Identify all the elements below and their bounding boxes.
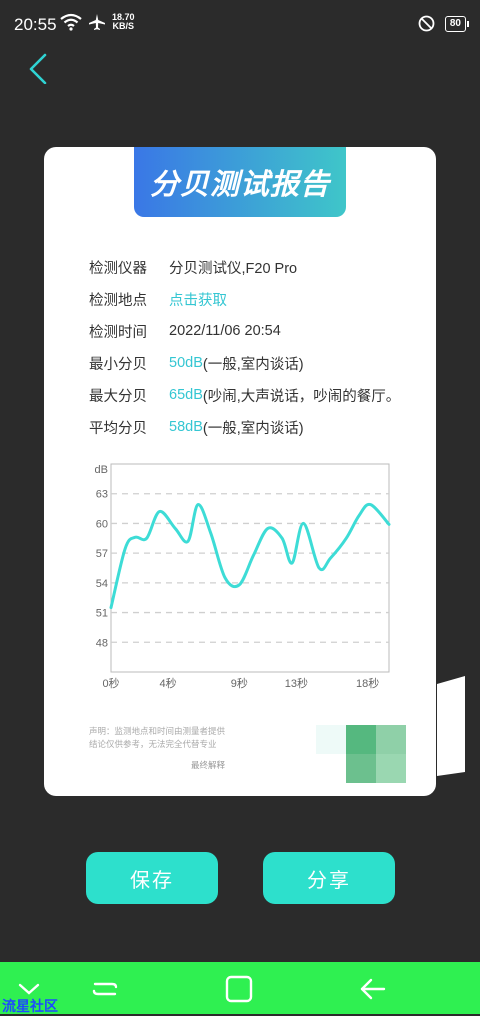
side-edge-shape	[437, 676, 465, 776]
info-label: 检测仪器	[89, 260, 147, 277]
y-axis-label: dB	[95, 464, 108, 476]
report-info: 检测仪器 分贝测试仪,F20 Pro 检测地点 点击获取 检测时间 2022/1…	[89, 251, 400, 443]
do-not-disturb-icon	[418, 15, 435, 32]
info-label: 检测地点	[89, 292, 147, 309]
watermark: 流星社区	[2, 998, 58, 1014]
y-tick-label: 60	[96, 518, 108, 530]
status-right: 80	[418, 15, 470, 32]
y-tick-label: 63	[96, 489, 108, 501]
y-tick-label: 57	[96, 548, 108, 560]
disclaimer: 声明：监测地点和时间由测量者提供 结论仅供参考，无法完全代替专业	[89, 725, 239, 751]
switch-apps-icon	[92, 982, 118, 996]
decibel-line-chart: dB 48 51 54 57 60 63 0秒 4秒 9秒 13秒 18秒	[95, 463, 391, 690]
info-row-avg-db: 平均分贝 58dB (一般,室内谈话)	[89, 411, 400, 443]
nav-home-button[interactable]	[222, 972, 256, 1006]
x-tick-label: 9秒	[231, 676, 248, 690]
grid-layer	[111, 493, 389, 643]
y-tick-label: 51	[96, 608, 108, 620]
blurred-qr-code	[316, 725, 406, 783]
avg-db-description: (一般,室内谈话)	[202, 420, 304, 437]
info-value: 2022/11/06 20:54	[169, 323, 281, 339]
net-speed: 18.70 KB/S	[112, 12, 135, 31]
disclaimer-line: 结论仅供参考，无法完全代替专业	[89, 739, 217, 749]
info-label: 最小分贝	[89, 356, 147, 373]
get-location-link[interactable]: 点击获取	[169, 289, 227, 310]
report-title: 分贝测试报告	[149, 169, 330, 201]
status-time: 20:55	[14, 15, 57, 34]
battery-indicator: 80	[444, 15, 470, 32]
nav-back-button[interactable]	[356, 972, 390, 1006]
status-icons: 18.70 KB/S	[60, 13, 135, 31]
x-tick-label: 18秒	[356, 676, 379, 690]
info-label: 平均分贝	[89, 420, 147, 437]
info-row-min-db: 最小分贝 50dB (一般,室内谈话)	[89, 347, 400, 379]
y-tick-layer: 48 51 54 57 60 63	[96, 489, 108, 650]
info-label: 最大分贝	[89, 388, 147, 405]
avg-db-value: 58dB	[169, 419, 203, 435]
y-tick-label: 48	[96, 637, 108, 649]
final-note: 最终解释	[191, 760, 226, 770]
x-tick-layer: 0秒 4秒 9秒 13秒 18秒	[102, 676, 379, 690]
info-label: 检测时间	[89, 324, 147, 341]
x-tick-label: 0秒	[102, 676, 119, 690]
disclaimer-line: 声明：监测地点和时间由测量者提供	[89, 726, 226, 736]
plot-frame	[110, 463, 390, 673]
report-card: 分贝测试报告 检测仪器 分贝测试仪,F20 Pro 检测地点 点击获取 检测时间…	[44, 147, 436, 796]
airplane-icon	[89, 14, 105, 30]
wifi-icon	[60, 13, 82, 31]
x-tick-label: 13秒	[285, 676, 308, 690]
x-tick-label: 4秒	[159, 676, 176, 690]
report-title-banner: 分贝测试报告	[134, 147, 346, 217]
nav-recents-button[interactable]	[88, 972, 122, 1006]
arrow-left-icon	[360, 978, 386, 1000]
info-row-instrument: 检测仪器 分贝测试仪,F20 Pro	[89, 251, 400, 283]
info-row-time: 检测时间 2022/11/06 20:54	[89, 315, 400, 347]
home-square-icon	[225, 975, 253, 1003]
chevron-left-icon	[29, 53, 47, 85]
series-line	[109, 502, 391, 610]
share-button[interactable]: 分享	[263, 852, 395, 904]
max-db-description: (吵闹,大声说话，吵闹的餐厅。	[202, 388, 401, 405]
save-button[interactable]: 保存	[86, 852, 218, 904]
min-db-description: (一般,室内谈话)	[202, 356, 304, 373]
min-db-value: 50dB	[169, 355, 203, 371]
navigation-bar	[0, 962, 480, 1014]
info-row-max-db: 最大分贝 65dB (吵闹,大声说话，吵闹的餐厅。	[89, 379, 400, 411]
info-row-location: 检测地点 点击获取	[89, 283, 400, 315]
status-bar: 20:55 18.70 KB/S 80	[0, 0, 480, 50]
info-value: 分贝测试仪,F20 Pro	[169, 260, 298, 277]
max-db-value: 65dB	[169, 387, 203, 403]
y-tick-label: 54	[96, 578, 108, 590]
back-button[interactable]	[24, 52, 56, 85]
